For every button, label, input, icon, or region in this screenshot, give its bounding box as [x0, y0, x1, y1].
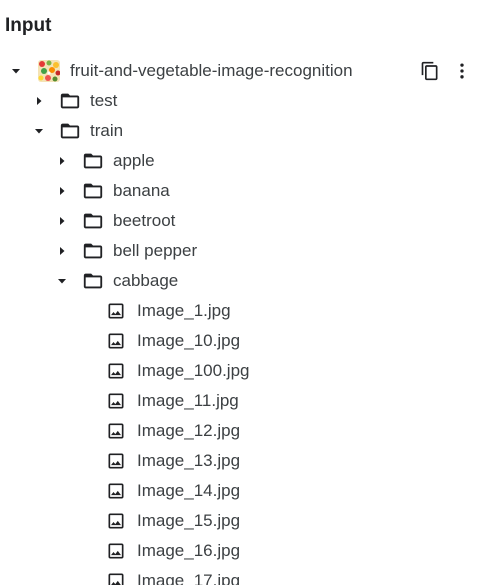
file-label[interactable]: Image_16.jpg [137, 540, 240, 562]
dataset-thumbnail-icon [38, 60, 60, 82]
panel-title: Input [5, 15, 52, 36]
folder-label[interactable]: train [90, 120, 123, 142]
image-file-icon [105, 300, 127, 322]
dataset-name[interactable]: fruit-and-vegetable-image-recognition [70, 61, 353, 81]
folder-icon [82, 210, 104, 232]
tree-folder-banana[interactable]: banana [0, 176, 477, 206]
tree-folder-beetroot[interactable]: beetroot [0, 206, 477, 236]
tree-folder-train[interactable]: train [0, 116, 477, 146]
chevron-right-icon[interactable] [54, 153, 70, 169]
folder-label[interactable]: bell pepper [113, 240, 197, 262]
tree-file-row[interactable]: Image_15.jpg [0, 506, 477, 536]
image-file-icon [105, 480, 127, 502]
folder-icon [82, 270, 104, 292]
folder-icon [82, 180, 104, 202]
tree-file-row[interactable]: Image_17.jpg [0, 566, 477, 585]
tree-file-row[interactable]: Image_13.jpg [0, 446, 477, 476]
tree-file-row[interactable]: Image_100.jpg [0, 356, 477, 386]
folder-icon [82, 150, 104, 172]
tree-folder-test[interactable]: test [0, 86, 477, 116]
chevron-right-icon[interactable] [54, 213, 70, 229]
chevron-right-icon[interactable] [54, 183, 70, 199]
folder-icon [82, 240, 104, 262]
tree-folder-cabbage[interactable]: cabbage [0, 266, 477, 296]
folder-icon [59, 120, 81, 142]
folder-icon [59, 90, 81, 112]
chevron-down-icon[interactable] [54, 273, 70, 289]
image-file-icon [105, 330, 127, 352]
file-label[interactable]: Image_12.jpg [137, 420, 240, 442]
folder-label[interactable]: beetroot [113, 210, 175, 232]
tree-file-row[interactable]: Image_12.jpg [0, 416, 477, 446]
folder-label[interactable]: test [90, 90, 117, 112]
image-file-icon [105, 450, 127, 472]
root-actions [418, 56, 474, 86]
chevron-right-icon[interactable] [31, 93, 47, 109]
image-file-icon [105, 570, 127, 585]
image-file-icon [105, 510, 127, 532]
image-file-icon [105, 360, 127, 382]
file-label[interactable]: Image_10.jpg [137, 330, 240, 352]
folder-label[interactable]: apple [113, 150, 155, 172]
tree-file-row[interactable]: Image_16.jpg [0, 536, 477, 566]
file-tree: fruit-and-vegetable-image-recognition te… [0, 56, 477, 585]
tree-file-row[interactable]: Image_14.jpg [0, 476, 477, 506]
image-file-icon [105, 390, 127, 412]
tree-file-row[interactable]: Image_1.jpg [0, 296, 477, 326]
tree-folder-apple[interactable]: apple [0, 146, 477, 176]
image-file-icon [105, 420, 127, 442]
tree-root-row[interactable]: fruit-and-vegetable-image-recognition [0, 56, 477, 86]
more-vert-icon[interactable] [450, 59, 474, 83]
tree-file-row[interactable]: Image_10.jpg [0, 326, 477, 356]
tree-file-row[interactable]: Image_11.jpg [0, 386, 477, 416]
file-label[interactable]: Image_13.jpg [137, 450, 240, 472]
file-label[interactable]: Image_15.jpg [137, 510, 240, 532]
tree-folder-bell-pepper[interactable]: bell pepper [0, 236, 477, 266]
chevron-down-icon[interactable] [8, 63, 24, 79]
file-label[interactable]: Image_100.jpg [137, 360, 249, 382]
input-panel: Input fruit-and-vegetable-image-recognit… [0, 0, 477, 585]
folder-label[interactable]: banana [113, 180, 170, 202]
chevron-down-icon[interactable] [31, 123, 47, 139]
file-label[interactable]: Image_11.jpg [137, 390, 239, 412]
image-file-icon [105, 540, 127, 562]
file-label[interactable]: Image_17.jpg [137, 570, 240, 585]
file-label[interactable]: Image_1.jpg [137, 300, 231, 322]
file-label[interactable]: Image_14.jpg [137, 480, 240, 502]
chevron-right-icon[interactable] [54, 243, 70, 259]
copy-icon[interactable] [418, 59, 442, 83]
folder-label[interactable]: cabbage [113, 270, 178, 292]
